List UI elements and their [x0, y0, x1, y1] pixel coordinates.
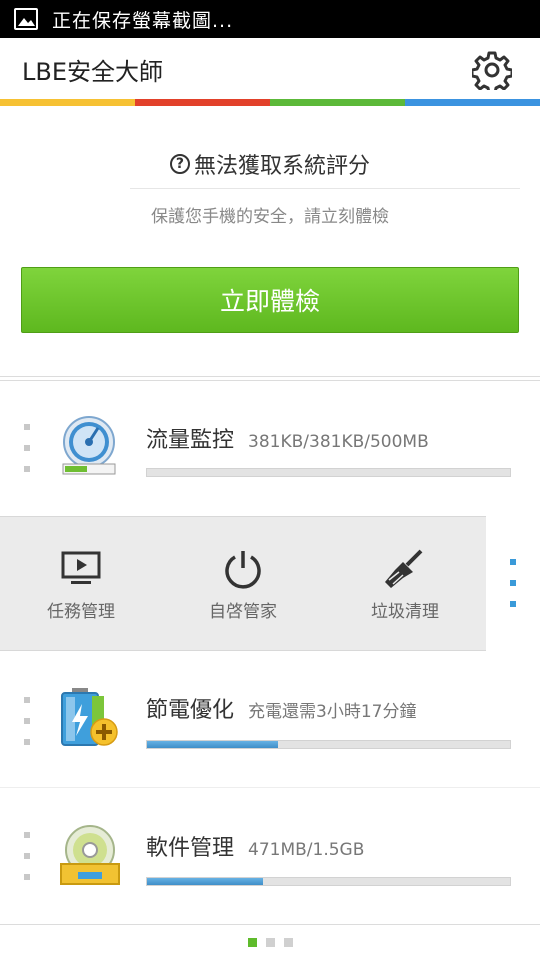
battery-icon	[61, 688, 118, 746]
divider	[0, 380, 540, 381]
screenshot-icon	[14, 8, 38, 30]
status-bar: 正在保存螢幕截圖...	[0, 0, 540, 38]
score-title-text: 無法獲取系統評分	[193, 154, 370, 179]
divider	[0, 787, 540, 788]
page-dot[interactable]	[247, 938, 257, 947]
power-icon	[225, 551, 261, 589]
page-dot[interactable]	[283, 938, 293, 947]
task-manager-icon	[61, 551, 101, 584]
traffic-detail: 381KB/381KB/500MB	[248, 432, 429, 452]
traffic-title: 流量監控	[146, 428, 235, 453]
broom-icon	[385, 549, 423, 588]
drag-handle[interactable]	[24, 424, 30, 487]
software-disc-icon	[60, 825, 120, 885]
quick-tools: 任務管理 自啓管家 垃圾清理	[0, 516, 486, 651]
battery-detail: 充電還需3小時17分鐘	[248, 702, 417, 722]
check-now-button[interactable]: 立即體檢	[21, 267, 519, 333]
color-strip	[0, 99, 540, 106]
junk-cleanup-label: 垃圾清理	[371, 602, 439, 622]
battery-title: 節電優化	[146, 698, 235, 723]
software-title: 軟件管理	[146, 836, 235, 861]
task-manager-button[interactable]: 任務管理	[0, 517, 162, 652]
drag-handle[interactable]	[510, 559, 516, 622]
status-text: 正在保存螢幕截圖...	[52, 9, 234, 32]
divider	[0, 924, 540, 925]
speedometer-icon	[62, 416, 116, 475]
task-manager-label: 任務管理	[47, 602, 115, 622]
page-indicator	[0, 938, 540, 948]
gear-icon	[472, 51, 512, 90]
battery-progress	[146, 740, 511, 749]
drag-handle[interactable]	[24, 832, 30, 895]
software-progress	[146, 877, 511, 886]
app-title: LBE安全大師	[22, 58, 163, 86]
app-header: LBE安全大師	[0, 38, 540, 100]
junk-cleanup-button[interactable]: 垃圾清理	[324, 517, 486, 652]
traffic-progress	[146, 468, 511, 477]
divider	[130, 188, 520, 189]
score-title: ? 無法獲取系統評分	[0, 148, 540, 180]
divider	[0, 376, 540, 377]
question-icon: ?	[169, 154, 190, 174]
autostart-manager-label: 自啓管家	[209, 602, 277, 622]
software-detail: 471MB/1.5GB	[248, 840, 365, 860]
autostart-manager-button[interactable]: 自啓管家	[162, 517, 324, 652]
settings-button[interactable]	[470, 48, 514, 92]
score-subtitle: 保護您手機的安全，請立刻體檢	[151, 207, 389, 227]
page-dot[interactable]	[265, 938, 275, 947]
drag-handle[interactable]	[24, 697, 30, 760]
